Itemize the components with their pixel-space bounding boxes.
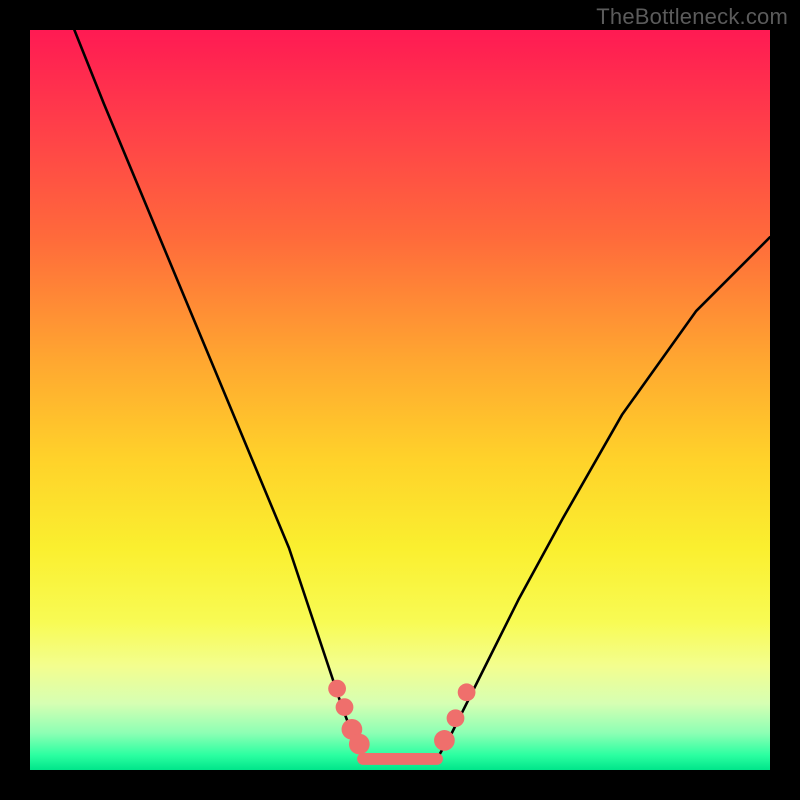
marker-bead [434, 730, 455, 751]
plot-area [30, 30, 770, 770]
marker-bead [447, 709, 465, 727]
series-left-curve [74, 30, 363, 759]
marker-bead [336, 698, 354, 716]
curve-svg [30, 30, 770, 770]
series-right-curve [437, 237, 770, 759]
marker-bead [458, 683, 476, 701]
watermark-label: TheBottleneck.com [596, 4, 788, 30]
chart-frame: TheBottleneck.com [0, 0, 800, 800]
marker-bead [328, 680, 346, 698]
marker-bead [349, 734, 370, 755]
